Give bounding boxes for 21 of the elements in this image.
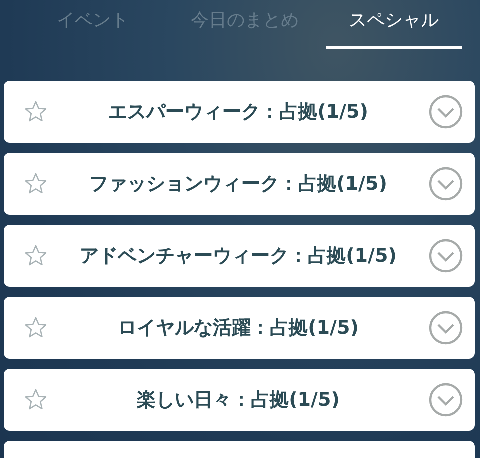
star-button[interactable] — [24, 100, 48, 124]
star-button[interactable] — [24, 172, 48, 196]
star-button[interactable] — [24, 316, 48, 340]
expand-button[interactable] — [429, 95, 463, 129]
expand-button[interactable] — [429, 311, 463, 345]
expand-button[interactable] — [429, 383, 463, 417]
tab[interactable]: スペシャル — [326, 0, 462, 49]
quest-card[interactable]: ファッションウィーク：占拠(1/5) — [4, 153, 475, 215]
quest-title: エスパーウィーク：占拠(1/5) — [108, 100, 370, 125]
star-button[interactable] — [24, 244, 48, 268]
quest-title: ロイヤルな活躍：占拠(1/5) — [117, 316, 360, 341]
quest-card[interactable]: アドベンチャーウィーク：占拠(1/5) — [4, 225, 475, 287]
star-button[interactable] — [24, 388, 48, 412]
expand-button[interactable] — [429, 167, 463, 201]
quest-title: アドベンチャーウィーク：占拠(1/5) — [79, 244, 398, 269]
quest-title: 楽しい日々：占拠(1/5) — [136, 388, 341, 413]
quest-card[interactable]: ロイヤルな活躍：占拠(1/5) — [4, 297, 475, 359]
quest-title: ファッションウィーク：占拠(1/5) — [88, 172, 388, 197]
expand-button[interactable] — [429, 239, 463, 273]
quest-card[interactable]: エスパーウィーク：占拠(1/5) — [4, 81, 475, 143]
quest-card[interactable]: 楽しい日々：占拠(1/5) — [4, 369, 475, 431]
